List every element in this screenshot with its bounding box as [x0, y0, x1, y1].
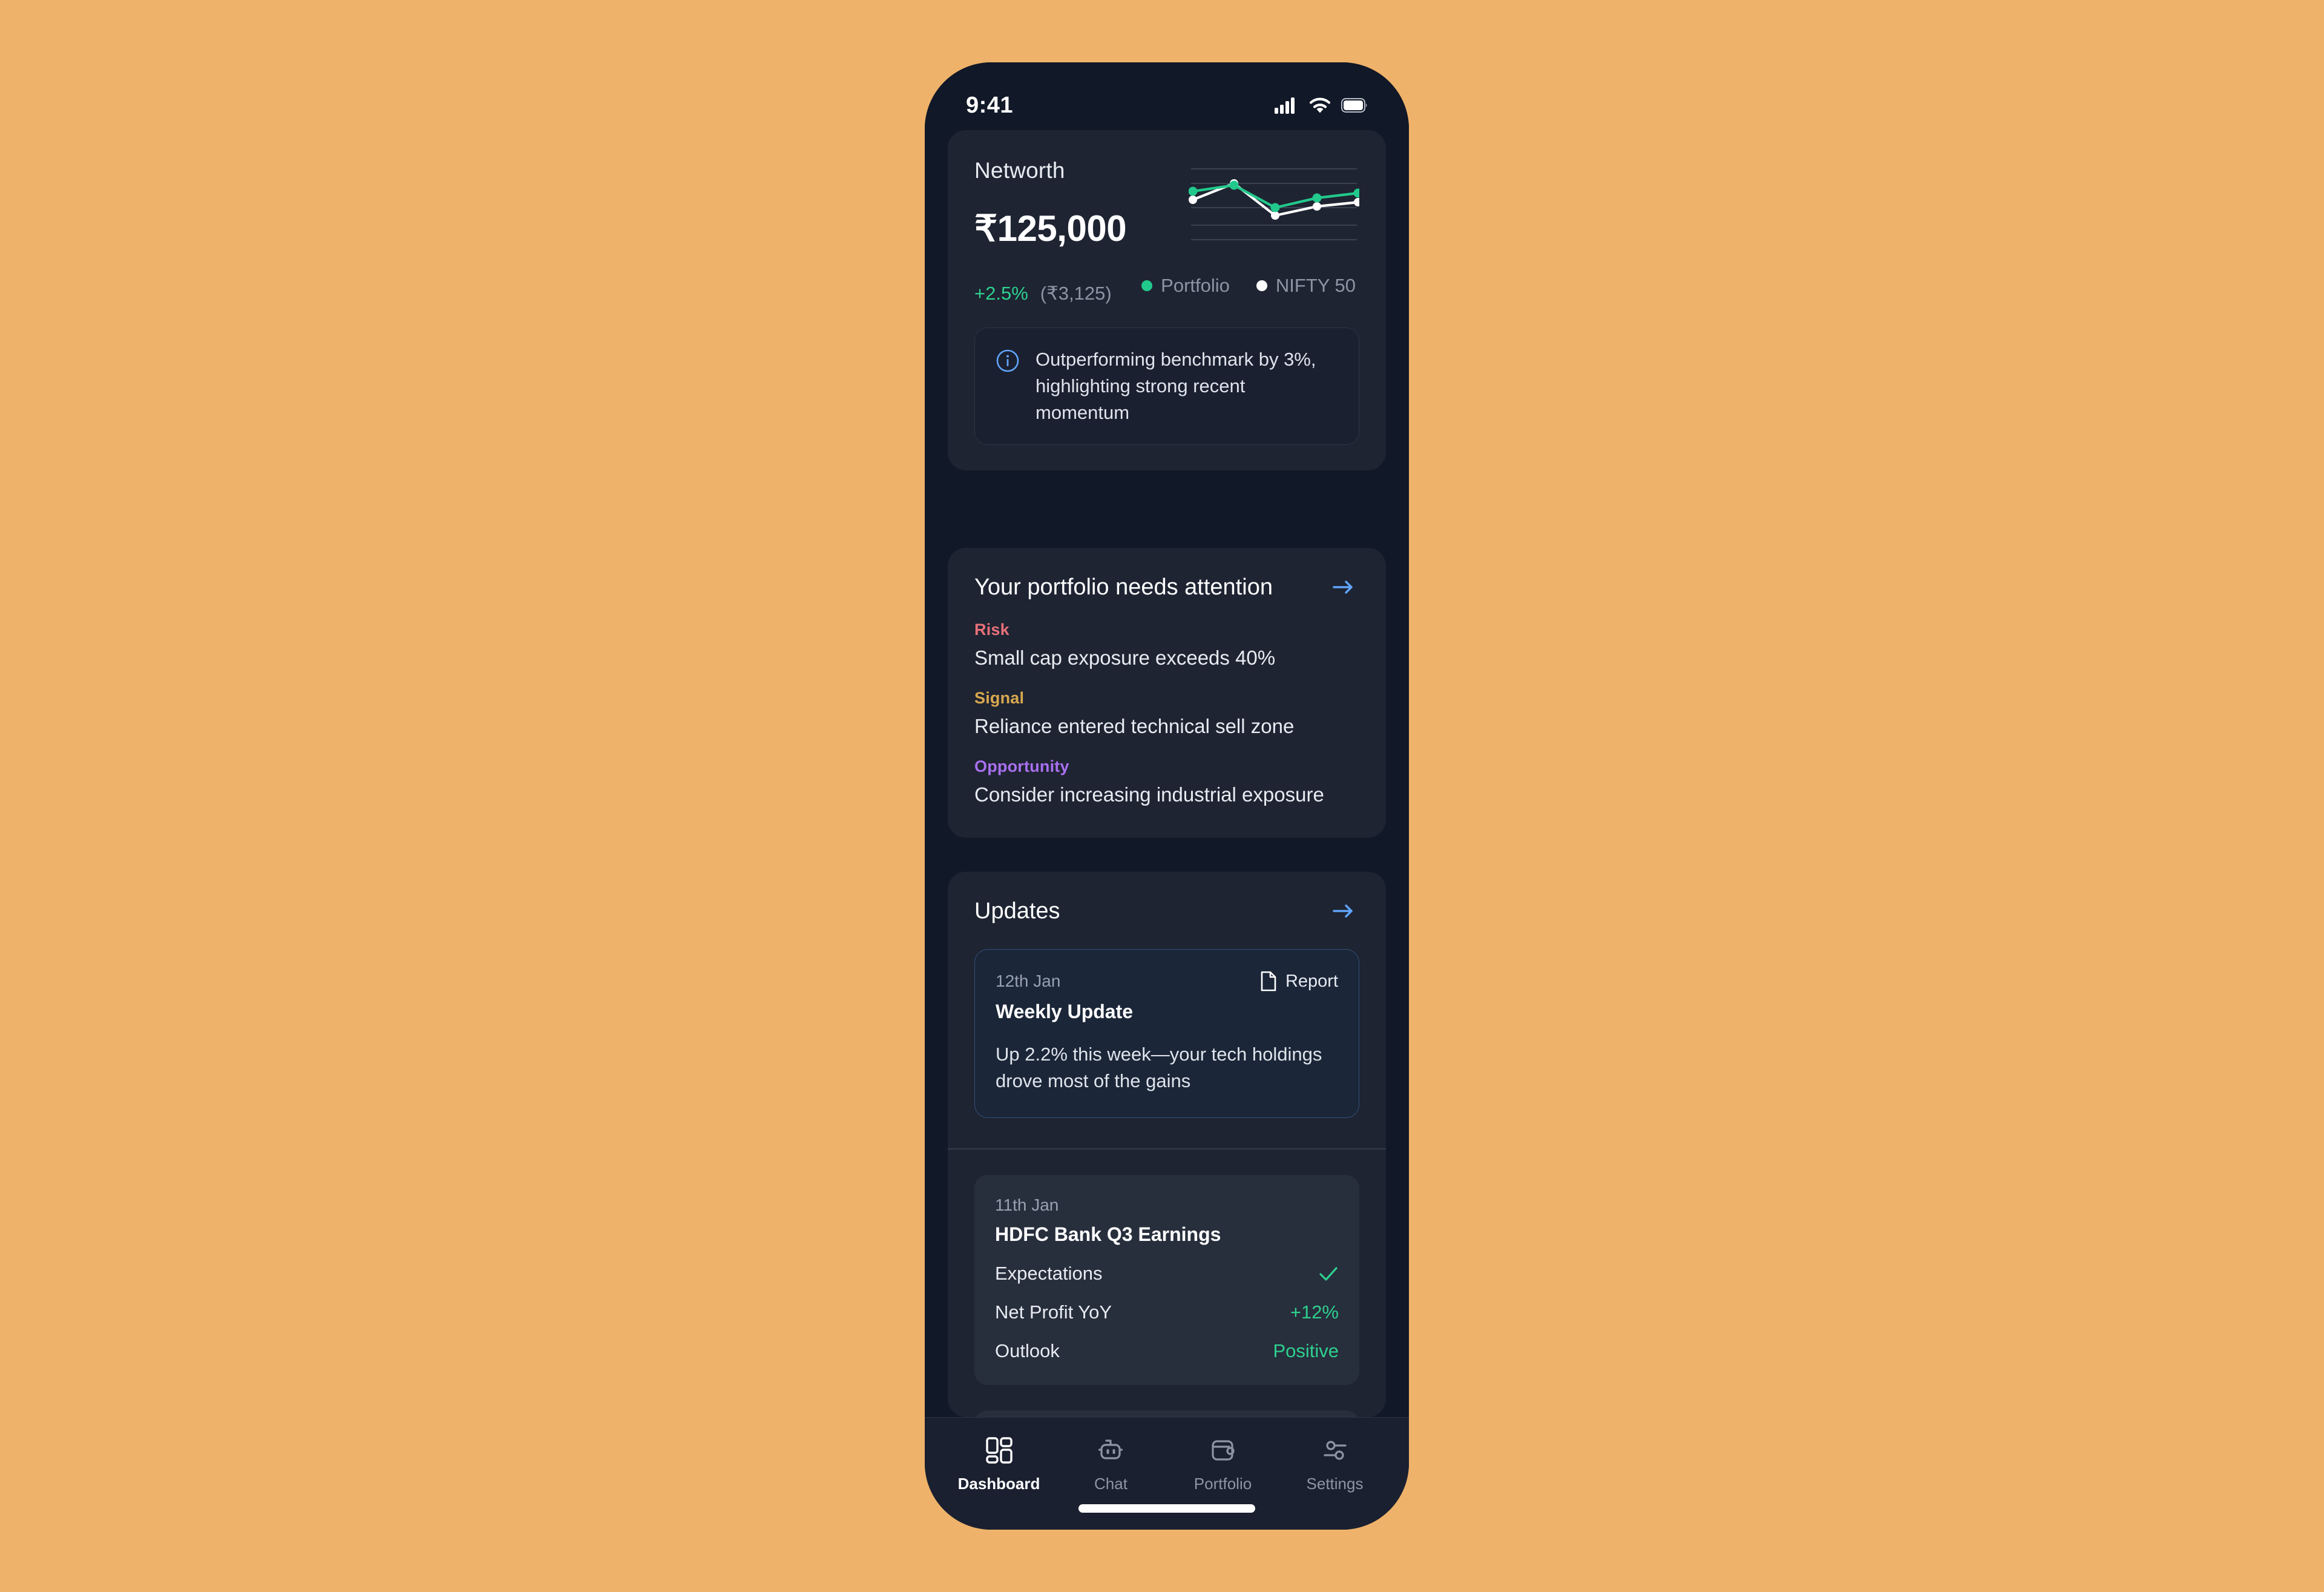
insight-risk: Risk Small cap exposure exceeds 40% — [974, 620, 1359, 669]
insight-text-opportunity: Consider increasing industrial exposure — [974, 783, 1324, 806]
update-item-jio[interactable]: 11th Jan Jio Finance Service Announces J… — [974, 1410, 1359, 1417]
cellular-signal-icon — [1275, 97, 1295, 114]
update-item-hdfc-title: HDFC Bank Q3 Earnings — [995, 1223, 1221, 1245]
networth-top-row: Networth ₹125,000 — [974, 158, 1359, 251]
networth-label: Networth — [974, 158, 1065, 183]
tab-label-chat: Chat — [1094, 1475, 1128, 1493]
update-item-hdfc[interactable]: 11th Jan HDFC Bank Q3 Earnings Expectati… — [974, 1174, 1359, 1385]
legend-dot-nifty50 — [1256, 280, 1267, 291]
chart-legend: Portfolio NIFTY 50 — [1141, 275, 1359, 297]
phone-frame: 9:41 Networth ₹125,000 +2.5% (₹3,125) Po… — [925, 62, 1409, 1530]
sparkline-svg — [1189, 168, 1359, 240]
networth-figures: Networth ₹125,000 — [974, 158, 1127, 250]
info-circle-icon — [996, 349, 1019, 372]
arrow-right-icon — [1333, 581, 1353, 594]
tab-settings[interactable]: Settings — [1279, 1435, 1391, 1493]
scroll-content: Networth ₹125,000 +2.5% (₹3,125) Portfol… — [925, 130, 1409, 1417]
updates-title: Updates — [974, 898, 1060, 924]
networth-sparkline-chart — [1189, 166, 1359, 251]
update-report-label: Report — [1285, 971, 1338, 991]
tab-dashboard[interactable]: Dashboard — [943, 1435, 1055, 1493]
bottom-tab-bar: Dashboard Chat Portfolio Settings — [925, 1417, 1409, 1530]
update-highlight-top-row: 12th Jan Report — [996, 970, 1338, 992]
status-icons — [1275, 97, 1368, 114]
networth-card: Networth ₹125,000 +2.5% (₹3,125) Portfol… — [948, 130, 1386, 471]
page-root: 9:41 Networth ₹125,000 +2.5% (₹3,125) Po… — [0, 0, 2324, 1592]
insight-signal: Signal Reliance entered technical sell z… — [974, 689, 1359, 738]
sliders-icon — [1319, 1435, 1351, 1466]
status-bar: 9:41 — [925, 62, 1409, 130]
networth-change: +2.5% (₹3,125) — [974, 283, 1112, 304]
stat-value-outlook: Positive — [1273, 1340, 1339, 1361]
phone-screen: 9:41 Networth ₹125,000 +2.5% (₹3,125) Po… — [925, 62, 1409, 1530]
insight-kind-opportunity: Opportunity — [974, 757, 1069, 776]
stat-key-expectations: Expectations — [995, 1262, 1103, 1284]
update-highlight-title: Weekly Update — [996, 1001, 1134, 1023]
robot-icon — [1095, 1435, 1127, 1466]
stat-key-net-profit: Net Profit YoY — [995, 1301, 1112, 1323]
insight-text-signal: Reliance entered technical sell zone — [974, 715, 1295, 738]
wallet-icon — [1207, 1435, 1239, 1466]
portfolio-attention-card[interactable]: Your portfolio needs attention Risk Smal… — [948, 548, 1386, 838]
networth-value: ₹125,000 — [974, 208, 1127, 249]
tab-chat[interactable]: Chat — [1055, 1435, 1167, 1493]
home-indicator[interactable] — [1078, 1504, 1255, 1513]
networth-change-pct: +2.5% — [974, 283, 1028, 304]
update-highlight-weekly[interactable]: 12th Jan Report Weekly Update Up 2.2% th… — [974, 949, 1359, 1119]
attention-title: Your portfolio needs attention — [974, 574, 1273, 600]
insight-text-risk: Small cap exposure exceeds 40% — [974, 646, 1276, 669]
tab-label-dashboard: Dashboard — [957, 1475, 1040, 1493]
legend-dot-portfolio — [1141, 280, 1153, 291]
insight-kind-signal: Signal — [974, 689, 1025, 708]
attention-arrow-button[interactable] — [1328, 573, 1359, 601]
legend-item-nifty50: NIFTY 50 — [1256, 275, 1356, 297]
tab-label-settings: Settings — [1306, 1475, 1364, 1493]
spacer-after-attention — [948, 838, 1386, 872]
updates-header: Updates — [948, 897, 1386, 925]
stat-value-net-profit: +12% — [1290, 1301, 1339, 1323]
insight-opportunity: Opportunity Consider increasing industri… — [974, 757, 1359, 806]
update-highlight-date: 12th Jan — [996, 972, 1061, 991]
arrow-right-icon — [1333, 904, 1353, 918]
networth-meta-row: +2.5% (₹3,125) Portfolio NIFTY 50 — [974, 267, 1359, 304]
spacer-after-networth — [948, 470, 1386, 548]
document-icon — [1261, 971, 1276, 992]
check-icon — [1319, 1266, 1338, 1281]
attention-header: Your portfolio needs attention — [974, 573, 1359, 601]
updates-arrow-button[interactable] — [1328, 897, 1359, 925]
battery-icon — [1341, 98, 1367, 113]
update-item-hdfc-date: 11th Jan — [995, 1195, 1059, 1214]
networth-change-abs: (₹3,125) — [1040, 283, 1112, 304]
layout-dashboard-icon — [983, 1435, 1015, 1466]
update-report-link[interactable]: Report — [1259, 970, 1338, 992]
wifi-icon — [1309, 97, 1331, 113]
stat-key-outlook: Outlook — [995, 1340, 1060, 1361]
stat-row-net-profit: Net Profit YoY +12% — [995, 1301, 1339, 1323]
legend-label-portfolio: Portfolio — [1161, 275, 1230, 296]
tab-label-portfolio: Portfolio — [1193, 1475, 1252, 1493]
stat-row-expectations: Expectations — [995, 1263, 1339, 1284]
stat-row-outlook: Outlook Positive — [995, 1340, 1339, 1362]
status-time: 9:41 — [966, 92, 1014, 118]
insight-kind-risk: Risk — [974, 620, 1009, 639]
tab-portfolio[interactable]: Portfolio — [1167, 1435, 1279, 1493]
legend-label-nifty50: NIFTY 50 — [1275, 275, 1356, 296]
benchmark-info-banner: Outperforming benchmark by 3%, highlight… — [974, 327, 1359, 446]
updates-divider — [948, 1148, 1386, 1150]
update-highlight-body: Up 2.2% this week—your tech holdings dro… — [996, 1044, 1322, 1092]
updates-card: Updates 12th Jan Report Weekly Update Up… — [948, 872, 1386, 1417]
benchmark-info-text: Outperforming benchmark by 3%, highlight… — [1036, 349, 1316, 424]
legend-item-portfolio: Portfolio — [1141, 275, 1230, 297]
series-nifty50-points — [1189, 179, 1359, 220]
